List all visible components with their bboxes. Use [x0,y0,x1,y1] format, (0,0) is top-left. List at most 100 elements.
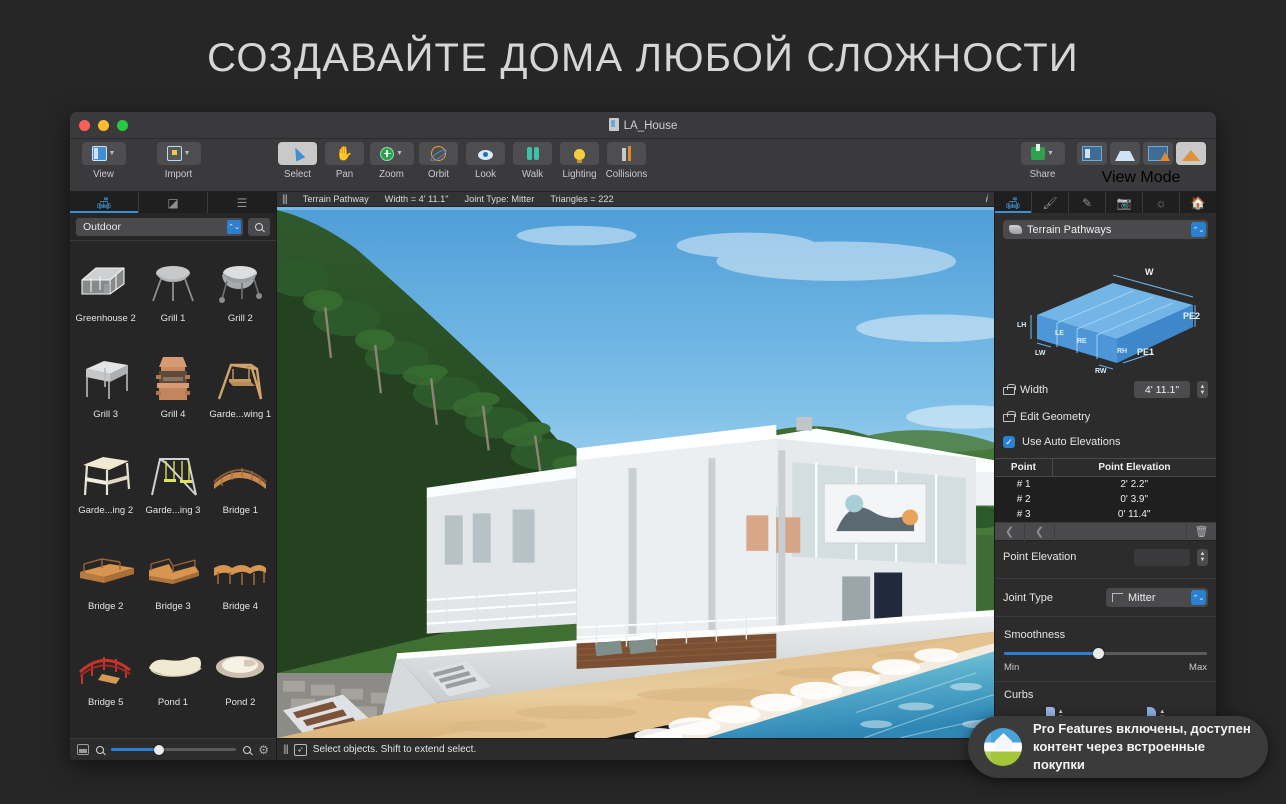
drag-grip-icon[interactable]: ||| [283,744,289,755]
inspector-panel: 🛋 🖌 ✎ 📷 ☼ 🏠 Terrain Pathways ⌃⌄ W PE2 PE… [994,192,1216,760]
list-item[interactable]: Bridge 1 [207,439,274,535]
import-button[interactable]: ▼ Import [155,142,202,180]
point-elevation-label: Point Elevation [1003,551,1077,563]
tool-walk[interactable]: Walk [509,142,556,180]
cell-elevation[interactable]: 0' 11.4" [1052,507,1216,522]
list-item[interactable]: Bridge 5 [72,631,139,727]
list-item[interactable]: Grill 1 [139,247,206,343]
library-zoom-slider[interactable] [111,744,237,756]
list-item[interactable]: Bridge 2 [72,535,139,631]
bridge-5-thumb [75,635,137,697]
list-item-label: Pond 1 [157,697,189,708]
smoothness-max-label: Max [1189,662,1207,673]
list-item-label: Bridge 1 [222,505,259,516]
inspector-tab-object[interactable]: 🛋 [995,192,1032,213]
point-elevation-row: Point Elevation ▲ ▼ [995,541,1216,573]
list-item[interactable]: Bridge 4 [207,535,274,631]
share-button[interactable]: ▼ Share [1019,142,1066,180]
width-stepper[interactable]: ▲ ▼ [1197,381,1208,398]
list-item[interactable] [139,727,206,738]
edit-geometry-row[interactable]: Edit Geometry [995,403,1216,430]
width-input[interactable]: 4' 11.1" [1134,381,1190,398]
materials-icon: ◪ [167,195,179,210]
list-item[interactable]: Grill 4 [139,343,206,439]
chevron-updown-icon: ⌃⌄ [1191,590,1206,605]
library-search-button[interactable] [248,217,270,236]
promo-heading: СОЗДАВАЙТЕ ДОМА ЛЮБОЙ СЛОЖНОСТИ [207,36,1079,80]
list-item[interactable]: Garde...wing 1 [207,343,274,439]
point-elevation-input[interactable] [1134,548,1190,566]
inspector-tab-materials[interactable]: 🖌 [1032,192,1069,213]
list-item[interactable]: Pond 1 [139,631,206,727]
category-select[interactable]: Outdoor ⌃⌄ [76,217,243,236]
checkbox-checked-icon[interactable]: ✓ [1003,436,1015,448]
points-table[interactable]: Point Point Elevation # 1 2' 2.2" # 2 0'… [995,458,1216,522]
view-mode-textured[interactable] [1141,142,1174,165]
list-item[interactable]: Grill 3 [72,343,139,439]
object-type-row: Terrain Pathways ⌃⌄ [995,213,1216,243]
inspector-tab-light[interactable]: ☼ [1143,192,1180,213]
library-tab-list[interactable]: ☰ [208,192,276,213]
chevron-updown-icon: ⌃⌄ [1191,222,1206,237]
smoothness-range-labels: Min Max [995,660,1216,673]
view-button-label: View [93,169,114,180]
tool-pan[interactable]: ✋ Pan [321,142,368,180]
hand-icon: ✋ [335,145,354,161]
cell-elevation[interactable]: 2' 2.2" [1052,476,1216,492]
list-item[interactable]: Garde...ing 3 [139,439,206,535]
zoom-out-icon[interactable] [96,745,104,754]
joint-type-select[interactable]: Mitter ⌃⌄ [1106,588,1208,607]
tool-lighting[interactable]: Lighting [556,142,603,180]
list-item[interactable]: Bridge 3 [139,535,206,631]
diagram-label-pe2: PE2 [1183,311,1200,321]
library-tab-furniture[interactable]: 🛋 [70,192,139,213]
tool-orbit[interactable]: Orbit [415,142,462,180]
window-title-text: LA_House [623,120,678,132]
list-item[interactable] [72,727,139,738]
cell-point[interactable]: # 3 [995,507,1053,522]
render-viewport[interactable] [277,210,994,738]
list-item[interactable]: Grill 2 [207,247,274,343]
list-item-label: Grill 4 [160,409,186,420]
insert-point-before-icon[interactable]: ❮ [995,522,1025,541]
trash-icon[interactable]: 🗑 [1186,522,1216,541]
view-mode-floorplan[interactable] [1075,142,1108,165]
inspector-tab-camera[interactable]: 📷 [1106,192,1143,213]
unlocked-icon[interactable] [1003,384,1016,395]
object-type-select[interactable]: Terrain Pathways ⌃⌄ [1003,220,1208,239]
grill-round-thumb [142,251,204,313]
tool-look[interactable]: Look [462,142,509,180]
tool-zoom[interactable]: ▼ Zoom [368,142,415,180]
inspector-tab-edit[interactable]: ✎ [1069,192,1106,213]
diagram-label-re: RE [1077,338,1087,345]
gear-icon[interactable]: ⚙ [258,744,269,756]
point-elevation-stepper[interactable]: ▲ ▼ [1197,548,1208,566]
list-item[interactable]: Garde...ing 2 [72,439,139,535]
inspector-body: Terrain Pathways ⌃⌄ W PE2 PE1 LH LE RE R… [995,213,1216,760]
auto-elevations-row[interactable]: ✓ Use Auto Elevations [995,430,1216,454]
view-mode-render[interactable] [1174,142,1207,165]
drag-grip-icon[interactable]: ||| [282,194,288,205]
view-mode-elevation[interactable] [1108,142,1141,165]
tool-collisions[interactable]: Collisions [603,142,650,180]
zoom-in-icon[interactable] [243,745,252,754]
image-size-icon[interactable] [77,744,89,755]
tool-select[interactable]: Select [274,142,321,180]
grill-kettle-thumb [209,251,271,313]
smoothness-slider[interactable] [995,643,1216,660]
list-item[interactable]: Pond 2 [207,631,274,727]
info-icon[interactable]: i [986,194,988,205]
chevron-down-icon: ▼ [183,150,191,157]
sun-icon: ☼ [1155,195,1167,210]
list-item[interactable]: Greenhouse 2 [72,247,139,343]
unlocked-icon[interactable] [1003,411,1016,422]
cell-elevation[interactable]: 0' 3.9" [1052,492,1216,507]
cell-point[interactable]: # 1 [995,476,1053,492]
insert-point-after-icon[interactable]: ❮ [1025,522,1055,541]
bridge-2-thumb [75,539,137,601]
cell-point[interactable]: # 2 [995,492,1053,507]
library-tab-materials[interactable]: ◪ [139,192,208,213]
inspector-tab-site[interactable]: 🏠 [1180,192,1216,213]
view-button[interactable]: ▼ View [80,142,127,180]
list-item[interactable] [207,727,274,738]
